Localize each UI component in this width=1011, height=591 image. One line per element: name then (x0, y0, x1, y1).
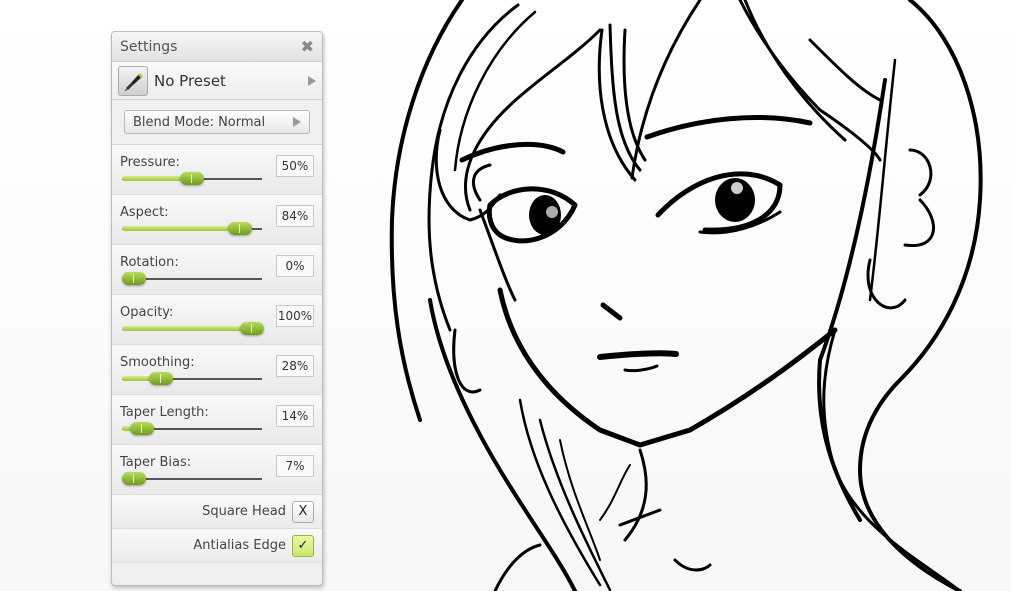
smoothing-slider[interactable] (122, 372, 262, 385)
aspect-slider[interactable] (122, 222, 262, 235)
smoothing-slider-row: Smoothing: 28% (112, 345, 322, 395)
opacity-slider-row: Opacity: 100% (112, 295, 322, 345)
pressure-label: Pressure: (120, 155, 180, 170)
opacity-slider[interactable] (122, 322, 264, 335)
panel-title: Settings (120, 38, 178, 55)
antialias-edge-checkbox[interactable]: ✓ (292, 534, 314, 557)
taper-length-label: Taper Length: (120, 405, 209, 420)
ink-pen-icon (118, 65, 148, 96)
taper-length-slider[interactable] (122, 422, 262, 435)
opacity-label: Opacity: (120, 305, 174, 320)
square-head-row: Square Head X (112, 495, 322, 529)
antialias-edge-row: Antialias Edge ✓ (112, 529, 322, 563)
blend-mode-button[interactable]: Blend Mode: Normal (124, 110, 310, 134)
pressure-value-field[interactable]: 50% (276, 155, 314, 177)
blend-mode-label: Blend Mode: Normal (133, 114, 266, 130)
taper-bias-slider-thumb[interactable] (122, 472, 146, 485)
smoothing-slider-thumb[interactable] (149, 372, 174, 385)
taper-bias-slider-row: Taper Bias: 7% (112, 445, 322, 495)
antialias-edge-label: Antialias Edge (193, 538, 286, 553)
preset-arrow-icon (308, 75, 316, 86)
taper-length-slider-row: Taper Length: 14% (112, 395, 322, 445)
square-head-checkbox[interactable]: X (292, 500, 314, 523)
rotation-slider-row: Rotation: 0% (112, 245, 322, 295)
aspect-slider-fill (122, 226, 240, 231)
blend-arrow-icon (293, 117, 301, 127)
taper-bias-label: Taper Bias: (120, 455, 192, 470)
opacity-slider-thumb[interactable] (240, 322, 264, 335)
aspect-slider-row: Aspect: 84% (112, 195, 322, 245)
pressure-slider-thumb[interactable] (180, 172, 204, 185)
taper-length-slider-thumb[interactable] (129, 422, 154, 435)
opacity-slider-fill (122, 326, 252, 331)
settings-panel: Settings ✖ No Preset Blend Mode: Normal … (111, 31, 323, 586)
rotation-slider-thumb[interactable] (122, 272, 146, 285)
panel-titlebar[interactable]: Settings ✖ (112, 32, 322, 62)
aspect-slider-thumb[interactable] (227, 222, 252, 235)
square-head-label: Square Head (202, 504, 286, 519)
preset-label: No Preset (154, 71, 226, 90)
opacity-value-field[interactable]: 100% (276, 305, 314, 327)
close-icon[interactable]: ✖ (301, 37, 314, 56)
aspect-label: Aspect: (120, 205, 169, 220)
smoothing-value-field[interactable]: 28% (276, 355, 314, 377)
aspect-value-field[interactable]: 84% (276, 205, 314, 227)
pressure-slider-row: Pressure: 50% (112, 145, 322, 195)
preset-selector[interactable]: No Preset (112, 62, 322, 100)
rotation-value-field[interactable]: 0% (276, 255, 314, 277)
taper-bias-value-field[interactable]: 7% (276, 455, 314, 477)
smoothing-label: Smoothing: (120, 355, 195, 370)
pressure-slider[interactable] (122, 172, 262, 185)
taper-bias-slider[interactable] (122, 472, 262, 485)
taper-length-value-field[interactable]: 14% (276, 405, 314, 427)
rotation-label: Rotation: (120, 255, 179, 270)
rotation-slider[interactable] (122, 272, 262, 285)
